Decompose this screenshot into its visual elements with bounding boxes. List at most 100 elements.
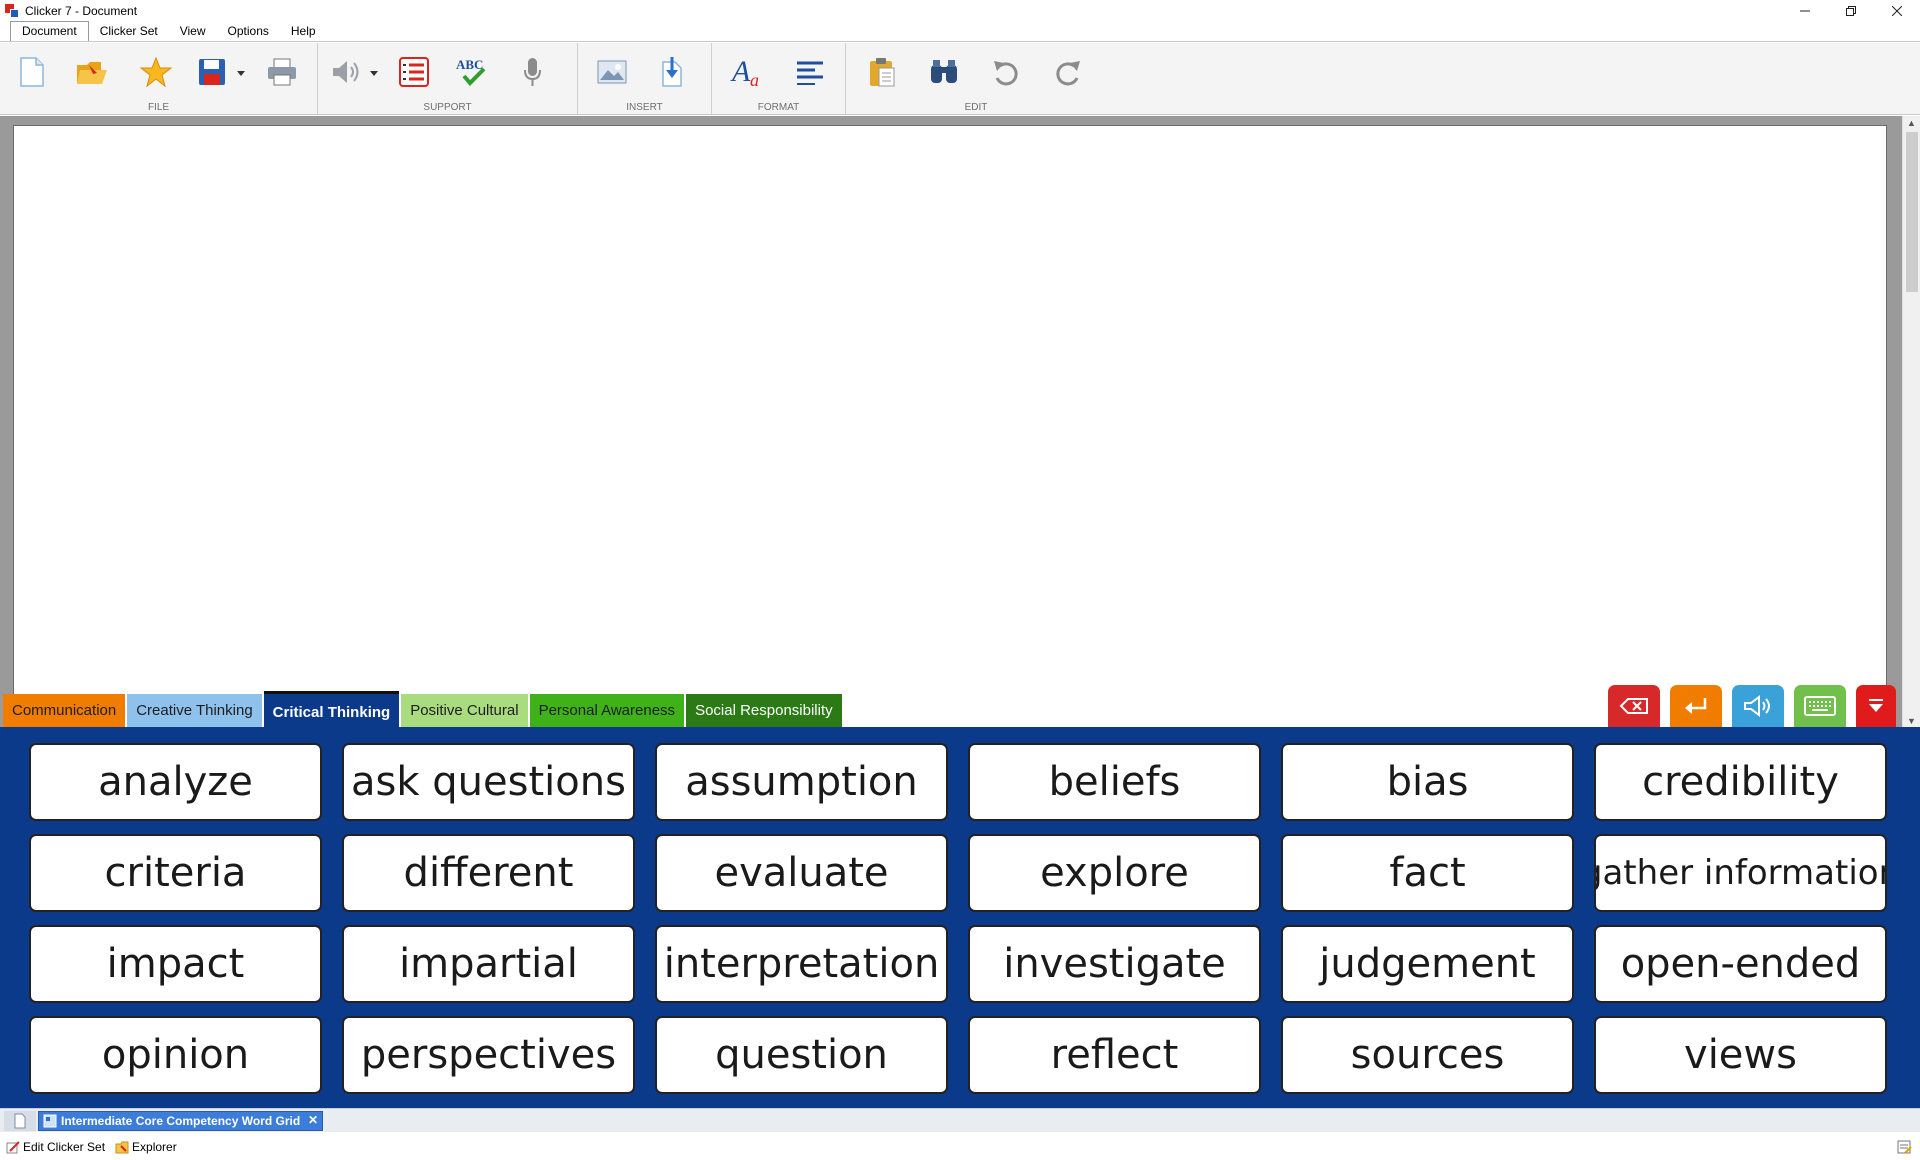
word-cell[interactable]: fact xyxy=(1281,834,1574,912)
speak-icon xyxy=(1744,695,1770,717)
find-button[interactable] xyxy=(922,51,966,93)
word-cell[interactable]: question xyxy=(655,1016,948,1094)
minimize-button[interactable] xyxy=(1782,0,1828,22)
document-tab[interactable] xyxy=(4,1111,36,1131)
word-cell[interactable]: interpretation xyxy=(655,925,948,1003)
word-cell[interactable]: different xyxy=(342,834,635,912)
scroll-down-arrow[interactable]: ▼ xyxy=(1903,714,1920,728)
word-cell[interactable]: ask questions xyxy=(342,743,635,821)
title-bar: Clicker 7 - Document xyxy=(0,0,1920,22)
word-cell[interactable]: gather information xyxy=(1594,834,1887,912)
close-set-icon[interactable]: ✕ xyxy=(308,1113,318,1127)
word-cell[interactable]: criteria xyxy=(29,834,322,912)
keyboard-button[interactable] xyxy=(1794,685,1846,727)
insert-file-icon xyxy=(662,57,682,87)
edit-group: EDIT xyxy=(846,43,1106,115)
font-button[interactable]: Aa xyxy=(726,51,770,93)
menu-view[interactable]: View xyxy=(169,22,217,41)
grid-tabs: Communication Creative Thinking Critical… xyxy=(3,691,844,727)
enter-button[interactable] xyxy=(1670,685,1722,727)
word-cell[interactable]: opinion xyxy=(29,1016,322,1094)
save-icon xyxy=(199,59,225,85)
tab-creative-thinking[interactable]: Creative Thinking xyxy=(127,694,262,727)
undo-button[interactable] xyxy=(984,51,1028,93)
new-document-button[interactable] xyxy=(10,51,54,93)
restore-button[interactable] xyxy=(1828,0,1874,22)
open-button[interactable] xyxy=(70,51,114,93)
paste-button[interactable] xyxy=(860,51,904,93)
word-cell[interactable]: credibility xyxy=(1594,743,1887,821)
tab-communication[interactable]: Communication xyxy=(3,694,126,727)
clicker-set-tab-label: Intermediate Core Competency Word Grid xyxy=(61,1114,301,1128)
notes-icon-button[interactable] xyxy=(1896,1139,1912,1158)
open-folder-icon xyxy=(77,62,107,84)
word-cell[interactable]: investigate xyxy=(968,925,1261,1003)
tab-positive-cultural[interactable]: Positive Cultural xyxy=(401,694,528,727)
chevron-down-icon xyxy=(237,70,245,76)
word-cell[interactable]: assumption xyxy=(655,743,948,821)
word-cell[interactable]: sources xyxy=(1281,1016,1574,1094)
menu-options[interactable]: Options xyxy=(217,22,280,41)
format-group-label: FORMAT xyxy=(757,102,800,113)
window-title: Clicker 7 - Document xyxy=(25,4,138,18)
tab-social-responsibility[interactable]: Social Responsibility xyxy=(686,694,842,727)
redo-button[interactable] xyxy=(1046,51,1090,93)
tab-personal-awareness[interactable]: Personal Awareness xyxy=(529,694,685,727)
clicker-app-icon xyxy=(5,4,19,18)
scroll-thumb[interactable] xyxy=(1906,132,1918,292)
word-cell[interactable]: explore xyxy=(968,834,1261,912)
menu-bar: Document Clicker Set View Options Help xyxy=(0,21,1920,42)
word-cell[interactable]: open-ended xyxy=(1594,925,1887,1003)
word-cell[interactable]: analyze xyxy=(29,743,322,821)
print-icon xyxy=(268,58,296,86)
document-scrollbar[interactable]: ▲ ▼ xyxy=(1902,116,1920,728)
font-icon: Aa xyxy=(730,55,759,89)
insert-picture-button[interactable] xyxy=(590,51,634,93)
favorite-button[interactable] xyxy=(134,51,178,93)
word-list-button[interactable] xyxy=(392,51,436,93)
save-button[interactable] xyxy=(190,51,234,93)
chevron-down-icon xyxy=(370,70,378,76)
word-cell[interactable]: evaluate xyxy=(655,834,948,912)
insert-group: INSERT xyxy=(578,43,712,115)
word-cell[interactable]: impact xyxy=(29,925,322,1003)
word-cell[interactable]: reflect xyxy=(968,1016,1261,1094)
edit-clicker-set-link[interactable]: Edit Clicker Set xyxy=(6,1140,105,1154)
menu-help[interactable]: Help xyxy=(280,22,327,41)
microphone-button[interactable] xyxy=(510,51,554,93)
document-page[interactable] xyxy=(13,125,1887,728)
tab-critical-thinking[interactable]: Critical Thinking xyxy=(263,691,400,727)
menu-document[interactable]: Document xyxy=(10,21,89,41)
picture-icon xyxy=(597,60,627,84)
spell-check-button[interactable]: ABC xyxy=(450,51,494,93)
print-button[interactable] xyxy=(260,51,304,93)
grid-set-icon xyxy=(43,1114,57,1128)
speech-button[interactable] xyxy=(324,51,368,93)
word-cell[interactable]: beliefs xyxy=(968,743,1261,821)
close-button[interactable] xyxy=(1874,0,1920,22)
edit-set-icon xyxy=(6,1140,20,1153)
format-group: Aa FORMAT xyxy=(712,43,846,115)
backspace-button[interactable] xyxy=(1608,685,1660,727)
speech-dropdown-arrow[interactable] xyxy=(369,69,379,77)
word-cell[interactable]: impartial xyxy=(342,925,635,1003)
ribbon-toolbar: FILE ABC SUPPORT INSERT A a FORMAT EDIT xyxy=(0,43,1920,115)
word-cell[interactable]: judgement xyxy=(1281,925,1574,1003)
speak-button[interactable] xyxy=(1732,685,1784,727)
explorer-link[interactable]: Explorer xyxy=(115,1140,177,1154)
word-cell[interactable]: views xyxy=(1594,1016,1887,1094)
paste-icon xyxy=(870,58,895,87)
restore-icon xyxy=(1846,6,1856,16)
word-cell[interactable]: perspectives xyxy=(342,1016,635,1094)
align-button[interactable] xyxy=(788,51,832,93)
insert-file-button[interactable] xyxy=(650,51,694,93)
clicker-set-tab[interactable]: Intermediate Core Competency Word Grid ✕ xyxy=(38,1111,323,1131)
svg-text:ABC: ABC xyxy=(456,57,483,72)
menu-clicker-set[interactable]: Clicker Set xyxy=(89,22,169,41)
word-cell[interactable]: bias xyxy=(1281,743,1574,821)
clicker-window: Clicker 7 - Document Document Clicker Se… xyxy=(0,0,1920,1160)
enter-icon xyxy=(1685,698,1707,714)
scroll-up-arrow[interactable]: ▲ xyxy=(1903,116,1920,130)
save-dropdown-arrow[interactable] xyxy=(236,69,246,77)
minimize-grid-button[interactable] xyxy=(1856,685,1896,727)
